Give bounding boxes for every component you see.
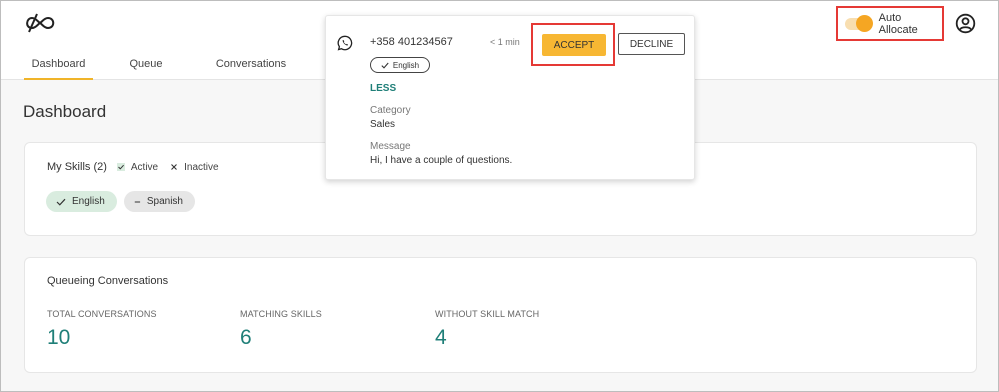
accept-button[interactable]: ACCEPT [542, 34, 606, 56]
category-value: Sales [370, 119, 396, 130]
skills-title: My Skills (2) [47, 161, 107, 173]
legend-active-label: Active [130, 161, 159, 173]
stat-value: 10 [47, 326, 71, 349]
infinity-logo-icon[interactable] [23, 12, 57, 34]
incoming-conversation-popup: +358 401234567 < 1 min English LESS Cate… [325, 15, 695, 180]
category-label: Category [370, 105, 411, 116]
stat-total-conversations: TOTAL CONVERSATIONS 10 [47, 309, 157, 350]
check-icon [381, 62, 389, 69]
toggle-knob [855, 14, 873, 32]
caller-phone: +358 401234567 [370, 36, 453, 48]
whatsapp-icon [337, 35, 353, 51]
stat-label: MATCHING SKILLS [240, 309, 322, 319]
skill-chips: English Spanish [46, 191, 202, 212]
check-icon [116, 163, 125, 171]
skills-header: My Skills (2) Active Inactive [47, 161, 231, 173]
cross-icon [171, 164, 178, 170]
language-chip-label: English [392, 60, 420, 70]
accept-highlight: ACCEPT [531, 23, 615, 66]
skill-chip-label: English [72, 196, 105, 207]
tab-dashboard[interactable]: Dashboard [24, 49, 93, 80]
user-account-icon[interactable] [955, 13, 976, 34]
stat-label: WITHOUT SKILL MATCH [435, 309, 540, 319]
skill-chip-spanish[interactable]: Spanish [124, 191, 195, 212]
wait-time: < 1 min [490, 37, 520, 47]
skill-chip-label: Spanish [146, 196, 183, 207]
tab-conversations[interactable]: Conversations [199, 49, 303, 80]
legend-inactive: Inactive [170, 161, 219, 173]
decline-button[interactable]: DECLINE [618, 33, 685, 55]
legend-inactive-label: Inactive [184, 161, 219, 173]
nav-tabs: Dashboard Queue Conversations [24, 49, 303, 80]
stat-value: 6 [240, 326, 252, 349]
minus-icon [134, 201, 141, 202]
tab-queue[interactable]: Queue [93, 49, 199, 80]
language-chip: English [370, 57, 430, 73]
message-label: Message [370, 141, 411, 152]
message-value: Hi, I have a couple of questions. [370, 155, 513, 166]
check-icon [56, 198, 66, 206]
queue-title: Queueing Conversations [47, 275, 169, 287]
less-link[interactable]: LESS [370, 83, 396, 94]
auto-allocate-label: Auto Allocate [878, 11, 918, 36]
legend-active: Active [116, 161, 159, 173]
page-title: Dashboard [23, 102, 107, 121]
queueing-conversations-card: Queueing Conversations TOTAL CONVERSATIO… [24, 257, 977, 373]
auto-allocate-toggle[interactable] [845, 14, 873, 32]
skill-chip-english[interactable]: English [46, 191, 117, 212]
stat-matching-skills: MATCHING SKILLS 6 [240, 309, 322, 350]
auto-allocate-toggle-group[interactable]: Auto Allocate [836, 6, 944, 41]
stat-without-skill-match: WITHOUT SKILL MATCH 4 [435, 309, 539, 350]
stat-value: 4 [435, 326, 447, 349]
stat-label: TOTAL CONVERSATIONS [47, 309, 157, 319]
